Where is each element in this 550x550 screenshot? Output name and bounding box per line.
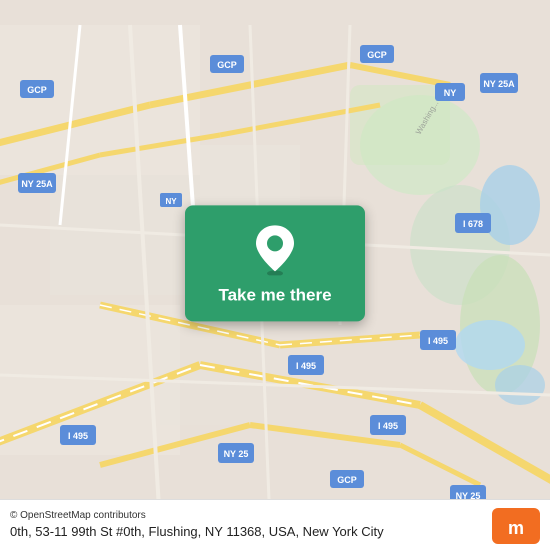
- address-text: 0th, 53-11 99th St #0th, Flushing, NY 11…: [10, 523, 482, 541]
- map-container: GCP GCP GCP NY 25A NY NY 25A I 678 I 495…: [0, 0, 550, 550]
- svg-text:GCP: GCP: [27, 85, 47, 95]
- svg-text:I 495: I 495: [68, 431, 88, 441]
- svg-text:I 495: I 495: [296, 361, 316, 371]
- svg-text:I 678: I 678: [463, 219, 483, 229]
- svg-text:GCP: GCP: [337, 475, 357, 485]
- svg-text:I 495: I 495: [378, 421, 398, 431]
- svg-text:NY 25A: NY 25A: [483, 79, 515, 89]
- moovit-logo-svg: m: [492, 508, 540, 544]
- svg-text:NY 25: NY 25: [224, 449, 249, 459]
- bottom-bar-left: © OpenStreetMap contributors 0th, 53-11 …: [10, 510, 482, 541]
- svg-text:GCP: GCP: [217, 60, 237, 70]
- attribution-text: © OpenStreetMap contributors: [10, 510, 146, 521]
- svg-text:NY 25A: NY 25A: [21, 179, 53, 189]
- take-me-there-button[interactable]: Take me there: [218, 285, 331, 305]
- svg-text:GCP: GCP: [367, 50, 387, 60]
- svg-text:NY: NY: [444, 88, 457, 98]
- location-pin-icon: [253, 223, 297, 275]
- svg-text:NY: NY: [165, 197, 177, 206]
- moovit-logo: m: [492, 508, 540, 544]
- take-me-there-card[interactable]: Take me there: [185, 205, 365, 321]
- bottom-bar: © OpenStreetMap contributors 0th, 53-11 …: [0, 499, 550, 550]
- svg-text:I 495: I 495: [428, 336, 448, 346]
- map-attribution: © OpenStreetMap contributors: [10, 510, 482, 521]
- svg-text:m: m: [508, 518, 524, 538]
